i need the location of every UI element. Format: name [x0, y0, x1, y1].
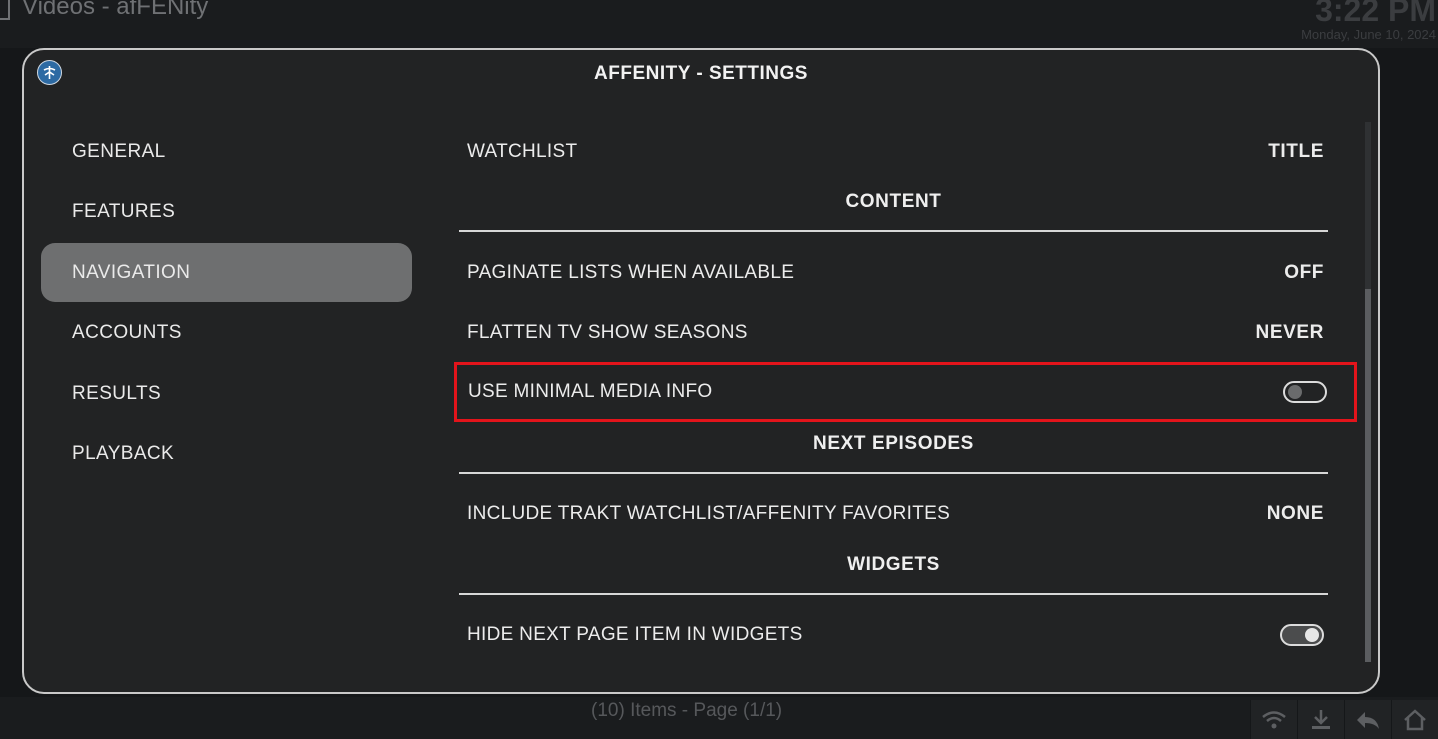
dialog-title: AFFENITY - SETTINGS	[594, 63, 808, 84]
category-label: ACCOUNTS	[72, 321, 182, 343]
setting-value: NONE	[1266, 503, 1324, 524]
setting-label: USE MINIMAL MEDIA INFO	[468, 381, 713, 402]
date: Monday, June 10, 2024	[1301, 27, 1436, 42]
category-label: GENERAL	[72, 140, 166, 162]
category-general[interactable]: GENERAL	[41, 122, 412, 181]
setting-value: OFF	[1284, 262, 1324, 283]
setting-hide-next-page[interactable]: HIDE NEXT PAGE ITEM IN WIDGETS	[459, 605, 1328, 665]
wifi-icon[interactable]	[1250, 700, 1297, 739]
category-label: NAVIGATION	[72, 261, 191, 283]
section-title: NEXT EPISODES	[813, 433, 974, 454]
download-icon[interactable]	[1297, 700, 1344, 739]
category-playback[interactable]: PLAYBACK	[41, 424, 412, 483]
breadcrumb-section: Videos	[22, 0, 95, 20]
toggle-knob	[1305, 628, 1319, 642]
breadcrumb-addon: afFENity	[116, 0, 209, 20]
clock: 3:22 PM	[1315, 0, 1436, 28]
category-label: RESULTS	[72, 382, 162, 404]
category-label: PLAYBACK	[72, 442, 175, 464]
section-title: CONTENT	[845, 191, 942, 212]
category-results[interactable]: RESULTS	[41, 364, 412, 423]
setting-label: FLATTEN TV SHOW SEASONS	[467, 322, 748, 343]
folder-icon	[0, 0, 10, 20]
footer-icon-bar	[1250, 700, 1438, 739]
section-header-content: CONTENT	[459, 172, 1328, 232]
setting-label: WATCHLIST	[467, 141, 578, 162]
section-title: WIDGETS	[847, 554, 940, 575]
back-icon[interactable]	[1344, 700, 1391, 739]
setting-label: INCLUDE TRAKT WATCHLIST/AFFENITY FAVORIT…	[467, 503, 951, 524]
scrollbar-thumb[interactable]	[1365, 289, 1371, 662]
footer-status: (10) Items - Page (1/1)	[591, 700, 783, 721]
category-accounts[interactable]: ACCOUNTS	[41, 303, 412, 362]
settings-dialog: AFFENITY - SETTINGS GENERAL FEATURES NAV…	[22, 48, 1380, 694]
setting-flatten-seasons[interactable]: FLATTEN TV SHOW SEASONS NEVER	[459, 303, 1328, 363]
toggle-knob	[1288, 385, 1302, 399]
breadcrumb-separator: -	[94, 0, 117, 20]
setting-paginate-lists[interactable]: PAGINATE LISTS WHEN AVAILABLE OFF	[459, 243, 1328, 303]
setting-label: PAGINATE LISTS WHEN AVAILABLE	[467, 262, 795, 283]
setting-value: TITLE	[1268, 141, 1324, 162]
section-header-widgets: WIDGETS	[459, 535, 1328, 595]
breadcrumb: Videos - afFENity	[0, 0, 208, 21]
category-navigation[interactable]: NAVIGATION	[41, 243, 412, 302]
setting-minimal-media-info[interactable]: USE MINIMAL MEDIA INFO	[454, 362, 1357, 422]
minimal-media-toggle[interactable]	[1283, 381, 1327, 403]
section-header-next-episodes: NEXT EPISODES	[459, 414, 1328, 474]
home-icon[interactable]	[1391, 700, 1438, 739]
setting-label: HIDE NEXT PAGE ITEM IN WIDGETS	[467, 624, 803, 645]
category-label: FEATURES	[72, 200, 176, 222]
background-header	[0, 0, 1438, 48]
category-features[interactable]: FEATURES	[41, 182, 412, 241]
setting-value: NEVER	[1255, 322, 1324, 343]
hide-next-page-toggle[interactable]	[1280, 624, 1324, 646]
